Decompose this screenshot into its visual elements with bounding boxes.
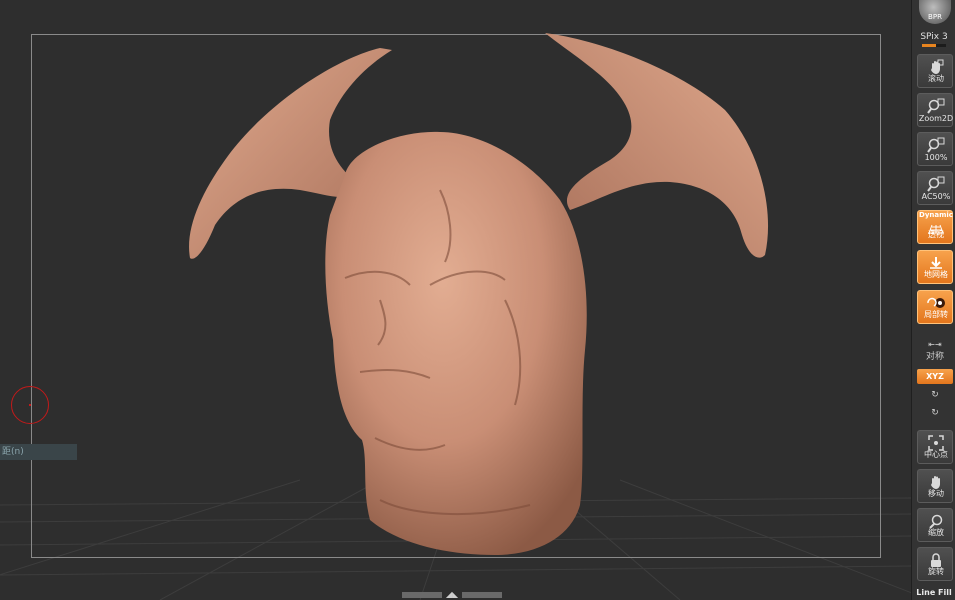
center-label: 中心点: [924, 450, 948, 459]
head-mass: [325, 131, 587, 555]
spix-slider[interactable]: [922, 44, 946, 47]
dynamic-badge: Dynamic: [919, 211, 953, 219]
xyz-label: XYZ: [926, 372, 944, 381]
horn-right: [545, 33, 769, 258]
local-button[interactable]: 局部转: [917, 290, 953, 324]
bottom-tray-handle[interactable]: ◢◣: [402, 590, 506, 600]
perspective-label: 透视: [928, 230, 944, 239]
floor-button[interactable]: 地网格: [917, 250, 953, 284]
side-panel-label: 距(n): [0, 444, 77, 460]
rotate-y-icon[interactable]: ↻: [917, 390, 953, 400]
magnifier-icon: [918, 136, 954, 154]
magnifier-icon: [918, 175, 954, 193]
move-label: 移动: [928, 489, 944, 498]
move-button[interactable]: 移动: [917, 469, 953, 503]
zoom2d-label: Zoom2D: [918, 114, 954, 123]
line-fill-label[interactable]: Line Fill: [912, 588, 955, 597]
scale-button[interactable]: 缩放: [917, 508, 953, 542]
magnifier-icon: [918, 97, 954, 115]
zoom-100-button[interactable]: 100%: [917, 132, 953, 166]
zoom-100-label: 100%: [924, 153, 948, 162]
spix-slider-fill: [922, 44, 936, 47]
scroll-label: 滚动: [928, 74, 944, 83]
right-shelf: BPR SPix 3 滚动 Zoom2D 100% AC50% Dynamic …: [911, 0, 955, 600]
bpr-label: BPR: [928, 13, 942, 21]
ac50-label: AC50%: [921, 192, 951, 201]
scale-label: 缩放: [928, 528, 944, 537]
tray-toggle-arrows-icon[interactable]: ◢◣: [444, 591, 460, 599]
xyz-rotate-button[interactable]: XYZ: [917, 369, 953, 384]
tray-handle-right: [462, 592, 502, 598]
spix-label: SPix 3: [920, 32, 948, 42]
floor-label: 地网格: [924, 270, 948, 279]
zbrush-window: 距(n) ◢◣ BPR SPix 3 滚动 Zoom2D 100% AC50%: [0, 0, 955, 600]
symmetry-label: 对称: [925, 352, 944, 362]
zoom2d-button[interactable]: Zoom2D: [917, 93, 953, 127]
scroll-button[interactable]: 滚动: [917, 54, 953, 88]
bpr-render-button[interactable]: BPR: [919, 0, 951, 24]
tray-handle-left: [402, 592, 442, 598]
perspective-button[interactable]: Dynamic 透视: [917, 210, 953, 244]
ac50-button[interactable]: AC50%: [917, 171, 953, 205]
symmetry-button[interactable]: ⇤⇥ 对称: [917, 340, 953, 362]
demon-head-sculpt[interactable]: [0, 0, 911, 600]
center-button[interactable]: 中心点: [917, 430, 953, 464]
canvas-viewport[interactable]: 距(n) ◢◣: [0, 0, 911, 600]
rotate-label: 旋转: [928, 567, 944, 576]
local-label: 局部转: [924, 310, 948, 319]
brush-cursor: [11, 386, 49, 424]
symmetry-arrows-icon: ⇤⇥: [928, 340, 942, 349]
rotate-z-icon[interactable]: ↻: [917, 408, 953, 418]
brush-center-dot: [29, 404, 31, 406]
rotate-button[interactable]: 旋转: [917, 547, 953, 581]
